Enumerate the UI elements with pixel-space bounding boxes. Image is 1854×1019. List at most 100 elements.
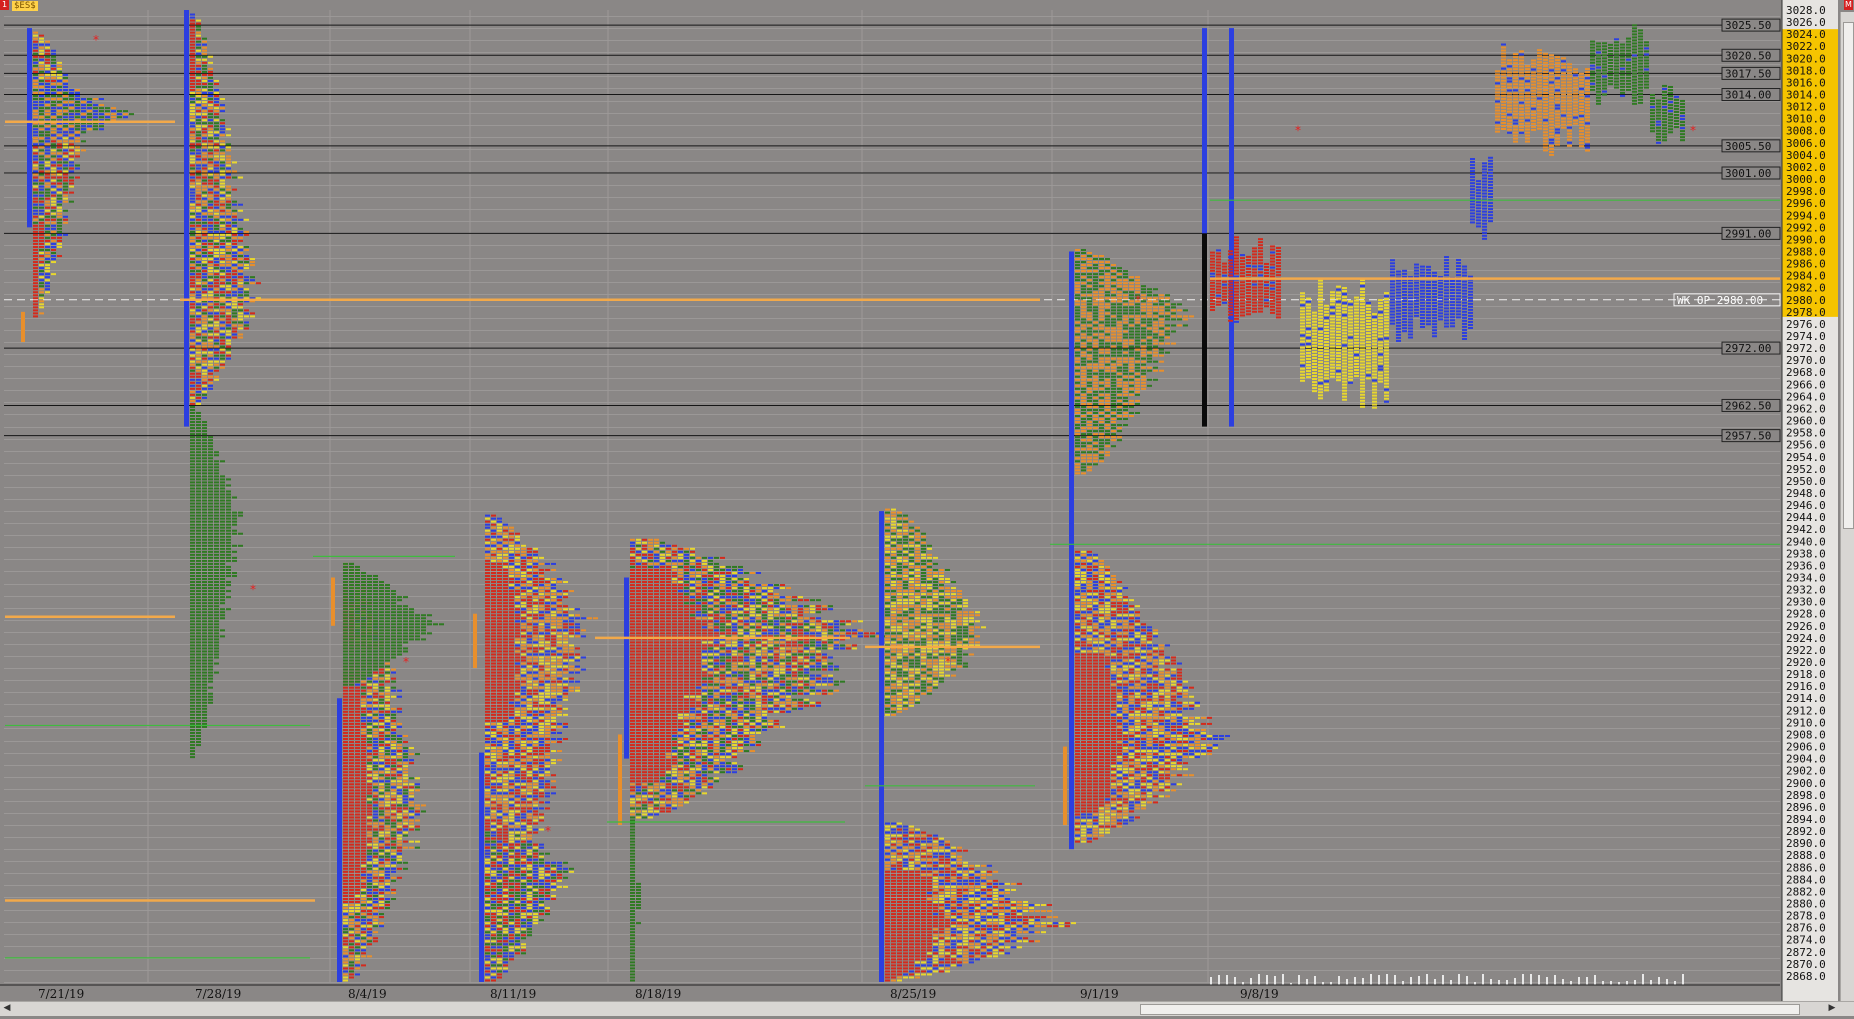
tpo-block (367, 762, 372, 764)
tpo-block (190, 397, 195, 399)
tpo-block (190, 415, 195, 417)
tpo-block (509, 675, 514, 677)
tpo-block (361, 614, 366, 616)
tpo-block (63, 80, 68, 82)
tpo-block (190, 321, 195, 323)
tpo-block (409, 786, 414, 788)
tpo-block (75, 113, 80, 115)
tpo-block (39, 131, 44, 133)
tpo-block (403, 632, 408, 634)
tpo-block (391, 765, 396, 767)
tpo-block (63, 183, 68, 185)
tpo-block (343, 735, 348, 737)
tpo-block (63, 198, 68, 200)
tpo-block (33, 252, 38, 254)
tpo-block (533, 650, 538, 652)
tpo-block (355, 620, 360, 622)
tpo-block (214, 161, 219, 163)
tpo-block (226, 249, 231, 251)
tpo-block (81, 101, 86, 103)
tpo-block (533, 759, 538, 761)
tpo-block (509, 729, 514, 731)
tpo-block (208, 596, 213, 598)
tpo-block (238, 285, 243, 287)
tpo-block (397, 614, 402, 616)
tpo-block (343, 910, 348, 912)
tpo-block (527, 832, 532, 834)
tpo-block (361, 928, 366, 930)
tpo-block (539, 820, 544, 822)
tpo-block (563, 738, 568, 740)
tpo-block (551, 717, 556, 719)
tpo-block (190, 207, 195, 209)
tpo-block (509, 632, 514, 634)
tpo-block (385, 874, 390, 876)
tpo-block (202, 714, 207, 716)
tpo-block (190, 560, 195, 562)
tpo-block (208, 364, 213, 366)
tpo-block (33, 255, 38, 257)
tpo-block (190, 744, 195, 746)
tpo-block (409, 813, 414, 815)
tpo-block (214, 237, 219, 239)
tpo-block (533, 714, 538, 716)
tpo-block (208, 445, 213, 447)
tpo-block (196, 687, 201, 689)
tpo-block (202, 349, 207, 351)
tpo-block (545, 756, 550, 758)
tpo-block (361, 669, 366, 671)
tpo-block (75, 125, 80, 127)
tpo-block (190, 460, 195, 462)
tpo-block (45, 107, 50, 109)
tpo-block (355, 783, 360, 785)
tpo-block (190, 26, 195, 28)
tpo-block (391, 720, 396, 722)
market-profile-chart[interactable]: 3025.503020.503017.503014.003005.503001.… (0, 0, 1854, 1015)
tpo-block (509, 753, 514, 755)
tpo-block (385, 907, 390, 909)
tpo-block (361, 587, 366, 589)
tpo-block (214, 590, 219, 592)
tpo-block (491, 783, 496, 785)
tpo-block (196, 385, 201, 387)
chart-canvas[interactable]: 3025.503020.503017.503014.003005.503001.… (0, 0, 1854, 1015)
tpo-block (190, 451, 195, 453)
tpo-block (515, 687, 520, 689)
tpo-block (515, 786, 520, 788)
tpo-block (202, 367, 207, 369)
tpo-block (220, 122, 225, 124)
tpo-block (349, 826, 354, 828)
tpo-block (355, 681, 360, 683)
tpo-block (521, 774, 526, 776)
tpo-block (367, 711, 372, 713)
tpo-block (403, 823, 408, 825)
tpo-block (123, 113, 128, 115)
tpo-block (196, 647, 201, 649)
tpo-block (190, 424, 195, 426)
tpo-block (39, 228, 44, 230)
tpo-block (391, 789, 396, 791)
tpo-block (361, 829, 366, 831)
tpo-block (527, 656, 532, 658)
tpo-block (385, 599, 390, 601)
tpo-block (190, 533, 195, 535)
tpo-block (51, 234, 56, 236)
tpo-block (563, 663, 568, 665)
tpo-block (503, 783, 508, 785)
tpo-block (397, 608, 402, 610)
tpo-block (509, 714, 514, 716)
tpo-block (214, 170, 219, 172)
tpo-block (343, 835, 348, 837)
tpo-block (379, 886, 384, 888)
tpo-block (373, 765, 378, 767)
tpo-block (190, 264, 195, 266)
tpo-block (196, 439, 201, 441)
tpo-block (361, 705, 366, 707)
tpo-block (69, 140, 74, 142)
tpo-block (238, 276, 243, 278)
tpo-block (208, 349, 213, 351)
tpo-block (343, 596, 348, 598)
tpo-block (485, 687, 490, 689)
tpo-block (385, 590, 390, 592)
tpo-block (349, 581, 354, 583)
